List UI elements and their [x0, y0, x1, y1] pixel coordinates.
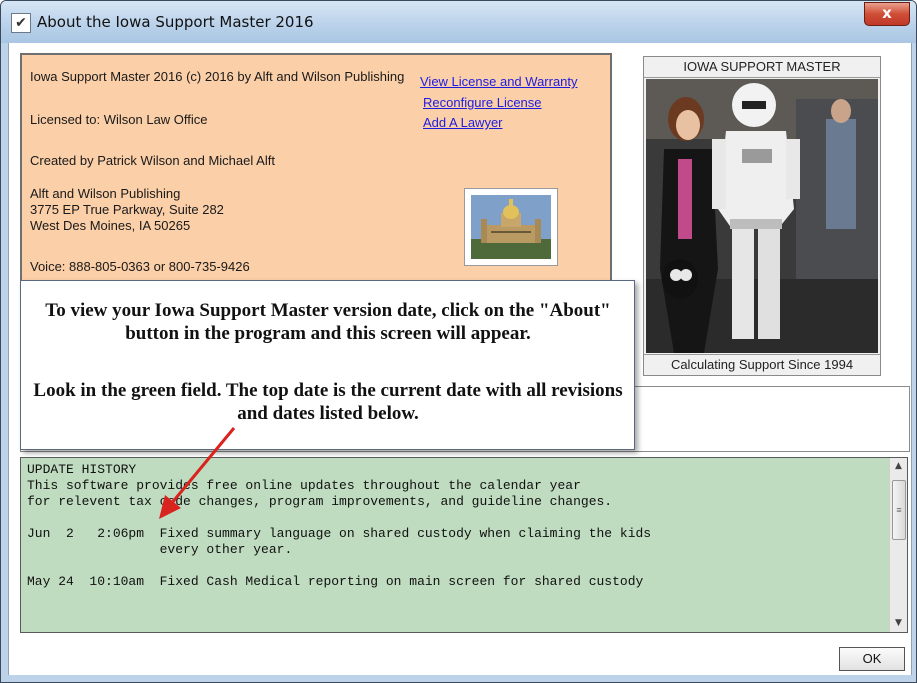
- window-title: About the Iowa Support Master 2016: [37, 13, 314, 31]
- photo-caption: Calculating Support Since 1994: [644, 354, 880, 375]
- capitol-building-image: [464, 188, 558, 266]
- dialog-body: Iowa Support Master 2016 (c) 2016 by Alf…: [8, 43, 912, 675]
- scroll-up-arrow-icon[interactable]: ▲: [890, 458, 907, 475]
- publisher-name: Alft and Wilson Publishing: [30, 186, 181, 201]
- scroll-down-arrow-icon[interactable]: ▼: [890, 615, 907, 632]
- copyright-text: Iowa Support Master 2016 (c) 2016 by Alf…: [30, 69, 405, 84]
- about-dialog: ✔ About the Iowa Support Master 2016 x I…: [0, 0, 917, 683]
- photo-panel: IOWA SUPPORT MASTER Calculating Support …: [643, 56, 881, 376]
- close-button[interactable]: x: [864, 2, 910, 26]
- publisher-city: West Des Moines, IA 50265: [30, 218, 191, 233]
- created-by-text: Created by Patrick Wilson and Michael Al…: [30, 153, 275, 168]
- licensed-to-text: Licensed to: Wilson Law Office: [30, 112, 208, 127]
- scroll-thumb[interactable]: ≡: [892, 480, 906, 540]
- publisher-street: 3775 EP True Parkway, Suite 282: [30, 202, 224, 217]
- view-license-link[interactable]: View License and Warranty: [420, 74, 578, 89]
- ok-button[interactable]: OK: [839, 647, 905, 671]
- update-history-field[interactable]: UPDATE HISTORY This software provides fr…: [20, 457, 908, 633]
- history-scrollbar[interactable]: ▲ ≡ ▼: [889, 458, 907, 632]
- stormtrooper-photo: [646, 79, 878, 353]
- reconfigure-license-link[interactable]: Reconfigure License: [423, 95, 542, 110]
- callout-paragraph-2: Look in the green field. The top date is…: [33, 380, 623, 424]
- photo-title: IOWA SUPPORT MASTER: [644, 57, 880, 78]
- update-history-text: UPDATE HISTORY This software provides fr…: [27, 462, 652, 589]
- title-bar[interactable]: ✔ About the Iowa Support Master 2016 x: [1, 1, 916, 43]
- app-icon: ✔: [11, 13, 31, 33]
- add-lawyer-link[interactable]: Add A Lawyer: [423, 115, 503, 130]
- callout-paragraph-1: To view your Iowa Support Master version…: [45, 300, 611, 344]
- instruction-callout: To view your Iowa Support Master version…: [20, 280, 635, 450]
- voice-phone: Voice: 888-805-0363 or 800-735-9426: [30, 259, 250, 274]
